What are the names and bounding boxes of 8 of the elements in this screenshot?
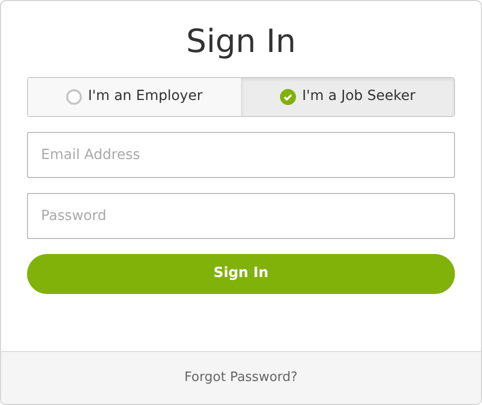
email-field[interactable]: Email Address	[27, 132, 455, 178]
check-circle-icon	[280, 88, 296, 105]
role-tab[interactable]: I'm an Employer	[28, 78, 240, 116]
role-tab[interactable]: I'm a Job Seeker	[240, 78, 454, 116]
radio-icon	[66, 88, 82, 105]
password-field[interactable]: Password	[27, 192, 455, 239]
forgot-password-link[interactable]: Forgot Password?	[184, 368, 298, 388]
page-title: Sign In	[185, 21, 297, 62]
